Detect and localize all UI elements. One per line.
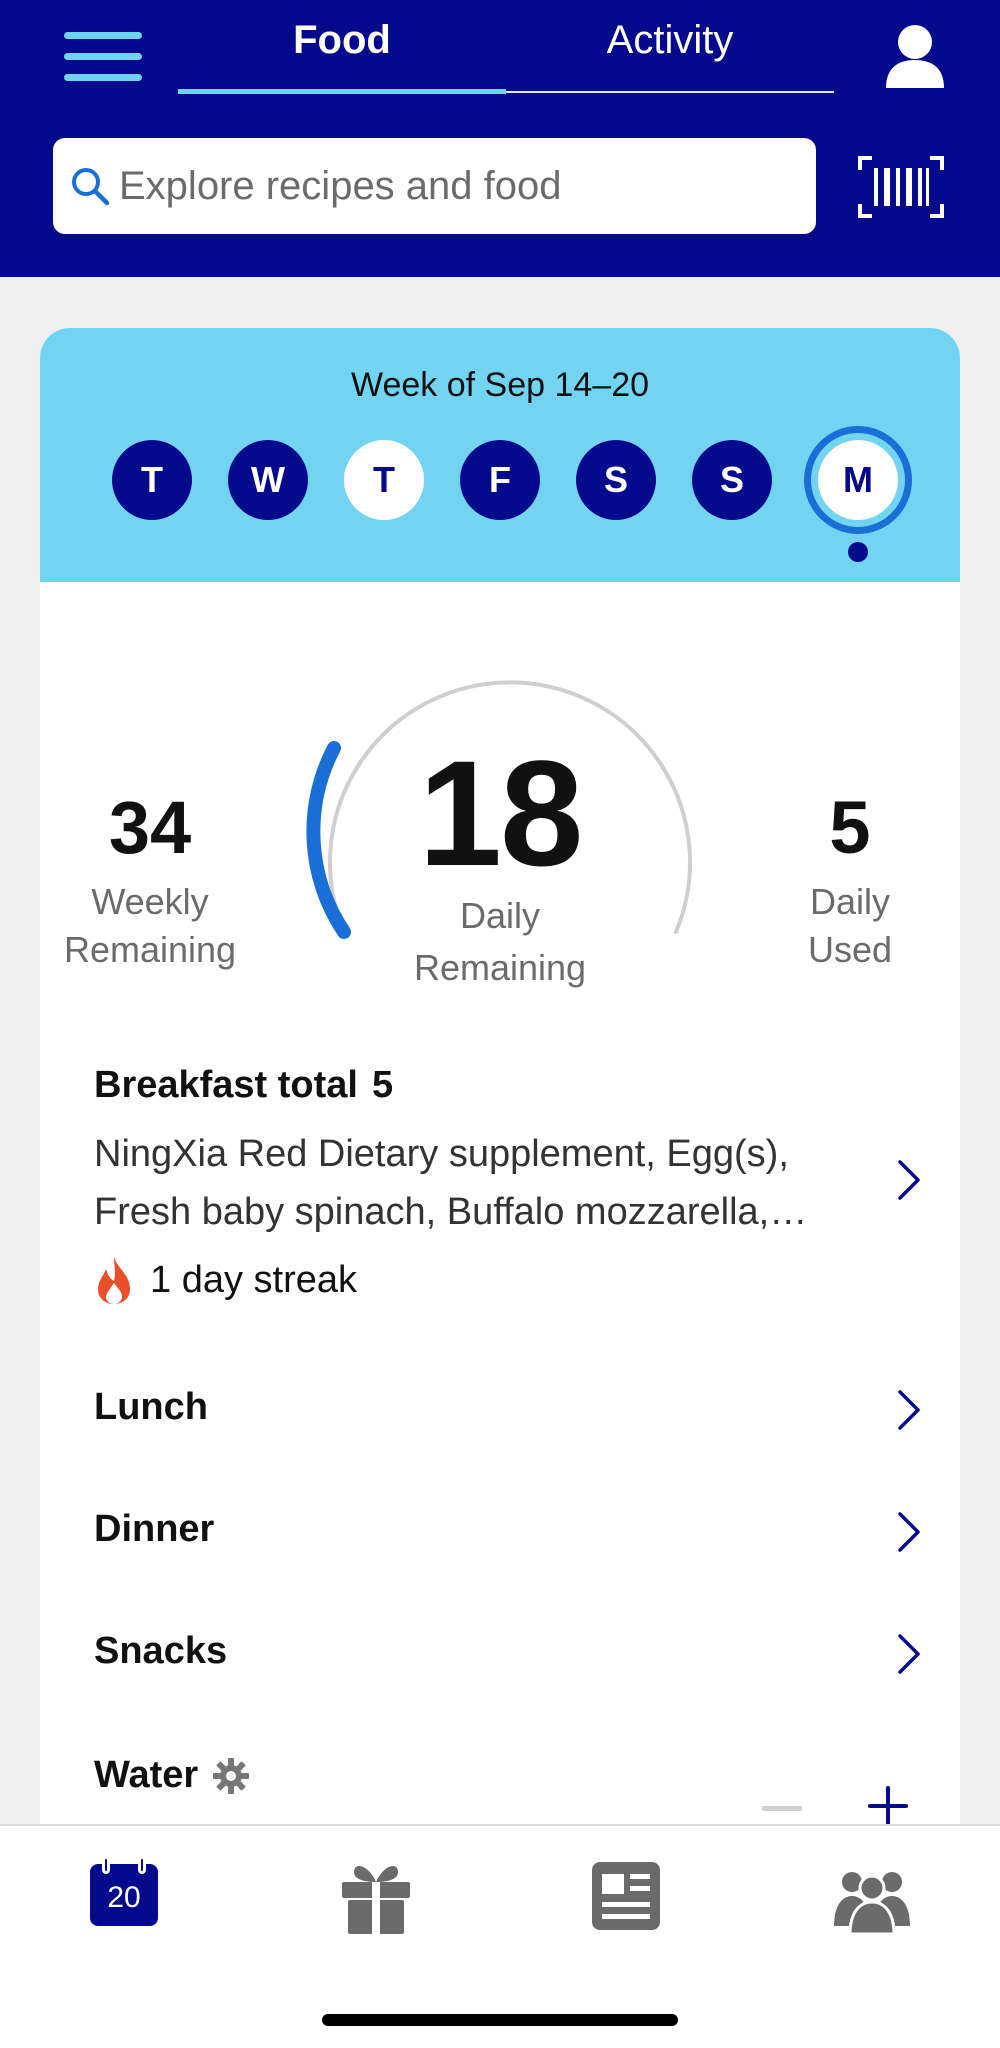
meal-lunch[interactable]: Lunch <box>94 1386 924 1446</box>
top-tabs: Food Activity <box>178 0 834 96</box>
streak-row: 1 day streak <box>94 1255 924 1305</box>
water-increase-button[interactable] <box>866 1784 910 1828</box>
snacks-title: Snacks <box>94 1630 228 1672</box>
day-sunday[interactable]: S <box>692 440 772 520</box>
day-saturday[interactable]: S <box>576 440 656 520</box>
snacks-chevron-right-icon <box>898 1634 920 1674</box>
breakfast-items: NingXia Red Dietary supplement, Egg(s), … <box>94 1133 789 1233</box>
search-icon <box>72 168 110 206</box>
week-selector: Week of Sep 14–20 T W T F S S M <box>40 328 960 582</box>
flame-icon <box>98 1257 130 1304</box>
weekly-remaining-value: 34 <box>108 786 192 869</box>
calendar-icon: 20 <box>90 1864 158 1926</box>
tab-food[interactable]: Food <box>178 18 506 63</box>
daily-remaining-label-2: Remaining <box>413 947 587 988</box>
daily-remaining: 18 Daily Remaining <box>340 738 660 992</box>
nav-my-day[interactable]: 20 <box>84 1856 164 1936</box>
day-thursday[interactable]: T <box>344 440 424 520</box>
streak-text: 1 day streak <box>150 1258 357 1301</box>
day-tuesday[interactable]: T <box>112 440 192 520</box>
gift-icon[interactable] <box>336 1856 416 1936</box>
gear-icon[interactable] <box>212 1757 250 1795</box>
meal-snacks[interactable]: Snacks <box>94 1630 924 1690</box>
daily-used-label-1: Daily <box>809 881 890 922</box>
app-header: Food Activity <box>0 0 1000 277</box>
today-indicator <box>848 542 868 562</box>
water-decrease-button[interactable] <box>762 1806 802 1811</box>
search-bar[interactable] <box>53 138 816 234</box>
daily-tracker-card: Week of Sep 14–20 T W T F S S M 34 Weekl… <box>40 328 960 1828</box>
community-icon[interactable] <box>832 1856 912 1936</box>
breakfast-title: Breakfast total <box>94 1064 358 1106</box>
lunch-title: Lunch <box>94 1386 208 1428</box>
tab-activity[interactable]: Activity <box>506 18 834 63</box>
water-tracker: Water <box>94 1754 924 1814</box>
breakfast-total: 5 <box>371 1064 394 1106</box>
daily-used: 5 Daily Used <box>760 778 940 974</box>
search-input[interactable] <box>119 138 799 234</box>
daily-remaining-label-1: Daily <box>459 895 540 936</box>
meal-dinner[interactable]: Dinner <box>94 1508 924 1568</box>
daily-used-value: 5 <box>829 786 871 869</box>
water-heading: Water <box>94 1754 924 1797</box>
day-friday[interactable]: F <box>460 440 540 520</box>
lunch-chevron-right-icon <box>898 1390 920 1430</box>
dinner-chevron-right-icon <box>898 1512 920 1552</box>
day-wednesday[interactable]: W <box>228 440 308 520</box>
calendar-ring-left <box>102 1856 110 1874</box>
meal-breakfast[interactable]: Breakfast total 5 NingXia Red Dietary sup… <box>94 1064 924 1344</box>
articles-icon[interactable] <box>586 1856 666 1936</box>
breakfast-heading: Breakfast total 5 <box>94 1064 924 1107</box>
calendar-day: 20 <box>107 1881 141 1914</box>
weekly-remaining-label-2: Remaining <box>63 929 237 970</box>
dinner-title: Dinner <box>94 1508 215 1550</box>
breakfast-chevron-right-icon <box>898 1160 920 1200</box>
profile-icon[interactable] <box>884 22 946 90</box>
daily-used-label-2: Used <box>807 929 893 970</box>
calendar-ring-right <box>138 1856 146 1874</box>
week-title: Week of Sep 14–20 <box>350 366 650 404</box>
water-title: Water <box>94 1754 199 1796</box>
barcode-scanner-icon[interactable] <box>858 156 944 218</box>
daily-remaining-value: 18 <box>418 729 584 897</box>
weekly-remaining-label-1: Weekly <box>91 881 209 922</box>
menu-icon[interactable] <box>64 32 142 84</box>
home-indicator <box>322 2014 678 2026</box>
tab-active-indicator <box>178 89 506 94</box>
day-monday[interactable]: M <box>818 440 898 520</box>
weekly-remaining: 34 Weekly Remaining <box>60 778 240 974</box>
